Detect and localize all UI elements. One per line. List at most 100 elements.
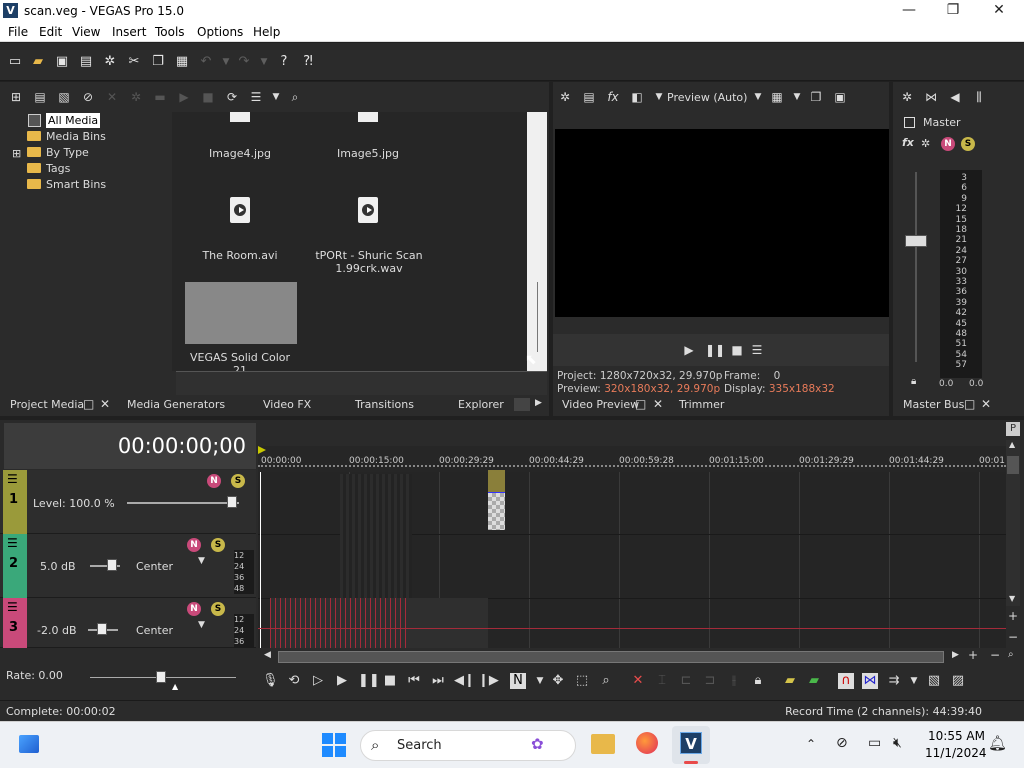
dim-output-icon[interactable]: ◀	[947, 89, 963, 105]
edit-tool-dropdown-icon[interactable]: ▼	[532, 673, 548, 689]
snapping-icon[interactable]: ∩	[838, 673, 854, 689]
taskbar-search[interactable]: ⌕ Search ✿	[360, 730, 576, 761]
notifications-icon[interactable]: 🔔︎	[988, 734, 1007, 752]
menu-view[interactable]: View	[72, 25, 100, 39]
master-fader-knob[interactable]	[905, 235, 927, 247]
lock-icon[interactable]: 🔒︎	[750, 673, 766, 689]
level-slider-knob[interactable]	[227, 496, 237, 508]
undock-icon[interactable]: □	[964, 397, 975, 411]
close-tab-icon[interactable]: ✕	[653, 397, 663, 411]
scroll-down-icon[interactable]: ▼	[1009, 594, 1015, 603]
undock-icon[interactable]: □	[83, 397, 94, 411]
trim-end-icon[interactable]: ⊐	[702, 673, 718, 689]
ignore-grouping-icon[interactable]: ▨	[950, 673, 966, 689]
properties-icon[interactable]: ✲	[102, 54, 118, 70]
maximize-button[interactable]: ❐	[938, 2, 968, 20]
tab-video-fx[interactable]: Video FX	[263, 398, 311, 411]
quality-dropdown-icon[interactable]: ▼	[750, 89, 766, 105]
master-fx-icon[interactable]: fx	[902, 136, 914, 149]
mute-icon[interactable]: N	[187, 602, 201, 616]
overlays-icon[interactable]: ▦	[769, 89, 785, 105]
whats-this-icon[interactable]: ⁈	[300, 54, 316, 70]
preview-device-icon[interactable]: ▤	[581, 89, 597, 105]
auto-preview-icon[interactable]: ⟳	[224, 89, 240, 105]
menu-help[interactable]: Help	[253, 25, 280, 39]
close-tab-icon[interactable]: ✕	[981, 397, 991, 411]
ripple-dropdown-icon[interactable]: ▼	[906, 673, 922, 689]
media-item-label[interactable]: The Room.avi	[182, 249, 298, 262]
pause-icon[interactable]: ❚❚	[358, 673, 380, 689]
envelope-tool-icon[interactable]: ✥	[550, 673, 566, 689]
menu-insert[interactable]: Insert	[112, 25, 146, 39]
get-media-icon[interactable]: ▧	[56, 89, 72, 105]
tab-scroll-right-icon[interactable]: ▶	[535, 398, 542, 408]
media-item-label[interactable]: Image5.jpg	[310, 147, 426, 160]
network-icon[interactable]: ⊘	[836, 735, 848, 751]
firefox-icon[interactable]	[636, 732, 658, 754]
lock-icon[interactable]: 🔒︎	[911, 376, 916, 387]
delete-icon[interactable]: ✕	[104, 89, 120, 105]
vertical-zoom-out-icon[interactable]: −	[1008, 630, 1018, 644]
mute-icon[interactable]: N	[207, 474, 221, 488]
volume-muted-icon[interactable]: 🔇︎	[893, 735, 902, 751]
lock-envelopes-icon[interactable]: ▧	[926, 673, 942, 689]
stop-icon[interactable]: ■	[382, 673, 398, 689]
views-dropdown-icon[interactable]: ▼	[268, 89, 284, 105]
redo-icon[interactable]: ↷	[236, 54, 252, 70]
tree-by-type[interactable]: By Type	[27, 145, 89, 160]
zoom-edit-tool-icon[interactable]: ⌕	[598, 673, 614, 689]
go-to-start-icon[interactable]: ⏮	[406, 673, 422, 689]
remove-icon[interactable]: ⊘	[80, 89, 96, 105]
media-item-label[interactable]: VEGAS Solid Color 21	[182, 351, 298, 371]
rate-slider-knob[interactable]	[156, 671, 166, 683]
ripple-edit-icon[interactable]: ⇉	[886, 673, 902, 689]
tab-video-preview[interactable]: Video Preview	[562, 398, 639, 411]
split-icon[interactable]: ⫲	[726, 673, 742, 689]
taskbar-vegas-button[interactable]: V	[672, 726, 710, 764]
play-icon[interactable]: ▶	[334, 673, 350, 689]
scroll-right-icon[interactable]: ▶	[952, 650, 959, 660]
open-icon[interactable]: ▰	[30, 54, 46, 70]
delete-icon[interactable]: ✕	[630, 673, 646, 689]
marker-bar-icon[interactable]: P	[1006, 422, 1020, 436]
video-event[interactable]	[488, 492, 505, 530]
undock-icon[interactable]: □	[635, 397, 646, 411]
volume-slider-knob[interactable]	[97, 623, 107, 635]
tree-smart-bins[interactable]: Smart Bins	[27, 177, 106, 192]
expand-icon[interactable]: ⊞	[12, 147, 21, 160]
menu-tools[interactable]: Tools	[155, 25, 185, 39]
mute-icon[interactable]: N	[941, 137, 955, 151]
auto-crossfade-icon[interactable]: ⋈	[862, 673, 878, 689]
tab-project-media[interactable]: Project Media	[10, 398, 84, 411]
clock-date[interactable]: 11/1/2024	[925, 746, 987, 760]
tab-media-generators[interactable]: Media Generators	[127, 398, 225, 411]
zoom-out-icon[interactable]: −	[990, 648, 1000, 662]
insert-marker-icon[interactable]: ▰	[782, 673, 798, 689]
redo-dropdown-icon[interactable]: ▼	[256, 54, 272, 70]
menu-file[interactable]: File	[8, 25, 28, 39]
vertical-scroll-thumb[interactable]	[1007, 456, 1019, 474]
solo-icon[interactable]: S	[231, 474, 245, 488]
media-item-label[interactable]: tPORt - Shuric Scan 1.99crk.wav	[314, 249, 424, 275]
search-media-icon[interactable]: ⌕	[287, 89, 303, 105]
close-tab-icon[interactable]: ✕	[100, 397, 110, 411]
preview-settings-icon[interactable]: ✲	[557, 89, 573, 105]
mixer-settings-icon[interactable]: ✲	[899, 89, 915, 105]
track-menu-icon[interactable]: ☰	[7, 536, 18, 550]
tree-tags[interactable]: Tags	[27, 161, 70, 176]
master-select-icon[interactable]	[904, 117, 915, 128]
views-icon[interactable]: ☰	[248, 89, 264, 105]
start-icon[interactable]	[322, 733, 346, 757]
preview-menu-icon[interactable]: ☰	[749, 342, 765, 358]
menu-edit[interactable]: Edit	[39, 25, 62, 39]
scroll-left-icon[interactable]: ◀	[264, 650, 271, 660]
pause-icon[interactable]: ❚❚	[705, 342, 725, 358]
menu-options[interactable]: Options	[197, 25, 243, 39]
audio-file-icon[interactable]	[358, 197, 378, 223]
preview-screen[interactable]	[555, 129, 889, 317]
play-icon[interactable]: ▶	[681, 342, 697, 358]
copy-snapshot-icon[interactable]: ❐	[808, 89, 824, 105]
pan-dropdown-icon[interactable]: ▼	[198, 556, 205, 566]
media-fx-icon[interactable]: ✲	[128, 89, 144, 105]
tab-transitions[interactable]: Transitions	[355, 398, 414, 411]
